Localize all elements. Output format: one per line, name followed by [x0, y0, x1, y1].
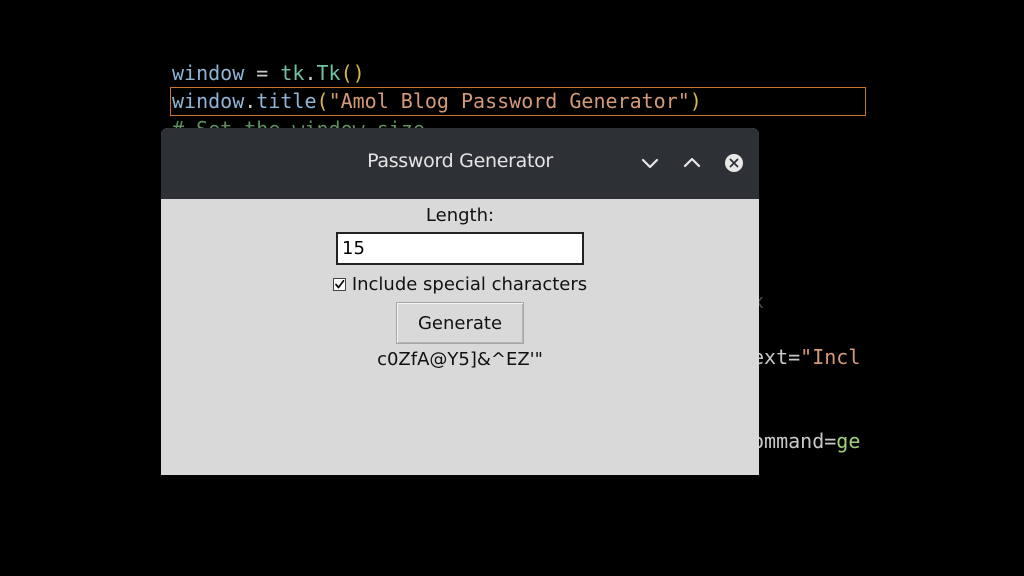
- code-token: ommand=: [752, 429, 837, 453]
- code-token: ge: [836, 429, 861, 453]
- code-token: .: [304, 61, 317, 85]
- code-token: window: [172, 61, 245, 85]
- close-icon: [725, 154, 743, 172]
- code-line: window.title("Amol Blog Password Generat…: [172, 87, 702, 115]
- special-characters-label[interactable]: Include special characters: [352, 274, 587, 295]
- special-characters-checkbox[interactable]: [332, 277, 346, 291]
- code-line: window = tk.Tk(): [172, 59, 365, 87]
- generate-button[interactable]: Generate: [396, 302, 524, 344]
- code-token: Tk: [316, 61, 341, 85]
- screen: window = tk.Tk() window.title("Amol Blog…: [0, 0, 1024, 576]
- length-input[interactable]: [336, 232, 584, 265]
- code-token: =: [244, 61, 281, 85]
- code-token: tk: [280, 61, 305, 85]
- maximize-button[interactable]: [681, 152, 703, 174]
- checkmark-icon: [334, 279, 345, 288]
- code-token: .: [244, 89, 257, 113]
- special-characters-row[interactable]: Include special characters: [161, 271, 759, 297]
- close-button[interactable]: [723, 152, 745, 174]
- window-content: Length: Include special characters Gener…: [161, 199, 759, 475]
- minimize-button[interactable]: [639, 152, 661, 174]
- window-title: Password Generator: [367, 150, 553, 172]
- code-token: "Amol Blog Password Generator": [328, 89, 690, 113]
- code-token: window: [172, 89, 245, 113]
- code-token: (: [316, 89, 329, 113]
- code-token: ext=: [752, 345, 801, 369]
- code-fragment: ext="Incl: [752, 343, 860, 371]
- window-titlebar[interactable]: Password Generator: [161, 128, 759, 199]
- generated-password: c0ZfA@Y5]&^EZ'": [377, 349, 543, 370]
- code-fragment: ommand=ge: [752, 427, 860, 455]
- code-token: ): [689, 89, 702, 113]
- code-token: (): [340, 61, 365, 85]
- chevron-down-icon: [641, 158, 659, 169]
- code-token: title: [256, 89, 317, 113]
- chevron-up-icon: [683, 157, 701, 168]
- app-window: Password Generator Length: 15 Include sp…: [161, 128, 759, 475]
- code-token: "Incl: [800, 345, 861, 369]
- length-label: Length:: [425, 205, 495, 226]
